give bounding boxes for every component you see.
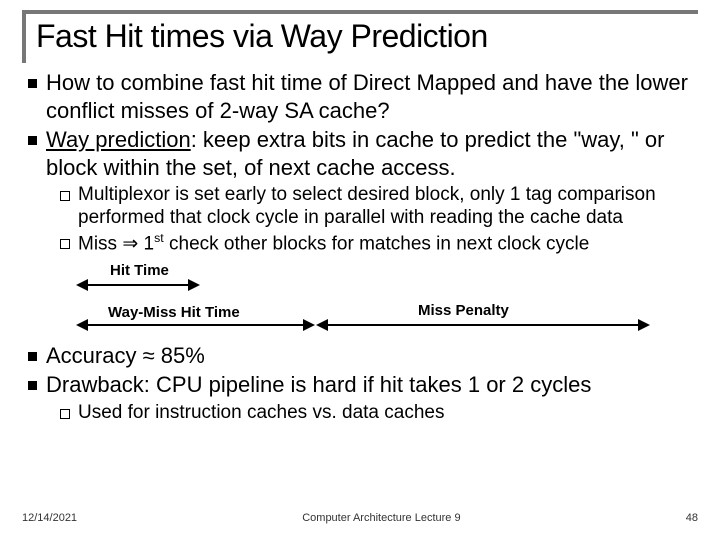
timing-diagram: Hit Time Way-Miss Hit Time Miss Penalty <box>78 264 698 336</box>
approx-symbol: ≈ <box>143 343 155 368</box>
bullet-accuracy: Accuracy ≈ 85% <box>24 342 698 370</box>
slide: Fast Hit times via Way Prediction How to… <box>0 0 720 540</box>
arrowhead-left-icon <box>316 319 328 331</box>
arrowhead-left-icon <box>76 279 88 291</box>
arrowhead-right-icon <box>638 319 650 331</box>
arrow-way-miss <box>88 324 303 326</box>
miss-d: check other blocks for matches in next c… <box>164 234 590 255</box>
arrowhead-right-icon <box>303 319 315 331</box>
acc-a: Accuracy <box>46 343 143 368</box>
acc-b: 85% <box>155 343 205 368</box>
label-miss-penalty: Miss Penalty <box>418 302 509 321</box>
implies-symbol: ⇒ <box>122 234 138 255</box>
subbullet-multiplexor: Multiplexor is set early to select desir… <box>24 183 698 229</box>
sub-text: Multiplexor is set early to select desir… <box>78 184 656 228</box>
footer-center: Computer Architecture Lecture 9 <box>77 512 686 524</box>
slide-title: Fast Hit times via Way Prediction <box>36 18 698 55</box>
footer: 12/14/2021 Computer Architecture Lecture… <box>0 512 720 524</box>
used-text: Used for instruction caches vs. data cac… <box>78 402 444 423</box>
miss-b: 1 <box>138 234 154 255</box>
arrowhead-left-icon <box>76 319 88 331</box>
wp-term: Way prediction <box>46 127 191 152</box>
bullet-way-prediction: Way prediction: keep extra bits in cache… <box>24 126 698 181</box>
arrow-miss-penalty <box>328 324 638 326</box>
bullet-drawback: Drawback: CPU pipeline is hard if hit ta… <box>24 371 698 399</box>
label-hit-time: Hit Time <box>110 262 169 281</box>
arrow-hit-time <box>88 284 188 286</box>
miss-st: st <box>154 231 164 245</box>
arrowhead-right-icon <box>188 279 200 291</box>
bullet-question: How to combine fast hit time of Direct M… <box>24 69 698 124</box>
label-way-miss: Way-Miss Hit Time <box>108 304 240 323</box>
subbullet-used: Used for instruction caches vs. data cac… <box>24 401 698 424</box>
bullet-text: How to combine fast hit time of Direct M… <box>46 70 688 123</box>
drawback-text: Drawback: CPU pipeline is hard if hit ta… <box>46 372 591 397</box>
footer-page: 48 <box>686 512 698 524</box>
subbullet-miss: Miss ⇒ 1st check other blocks for matche… <box>24 231 698 256</box>
miss-a: Miss <box>78 234 122 255</box>
slide-content: How to combine fast hit time of Direct M… <box>22 69 698 424</box>
title-container: Fast Hit times via Way Prediction <box>22 10 698 63</box>
footer-date: 12/14/2021 <box>22 512 77 524</box>
